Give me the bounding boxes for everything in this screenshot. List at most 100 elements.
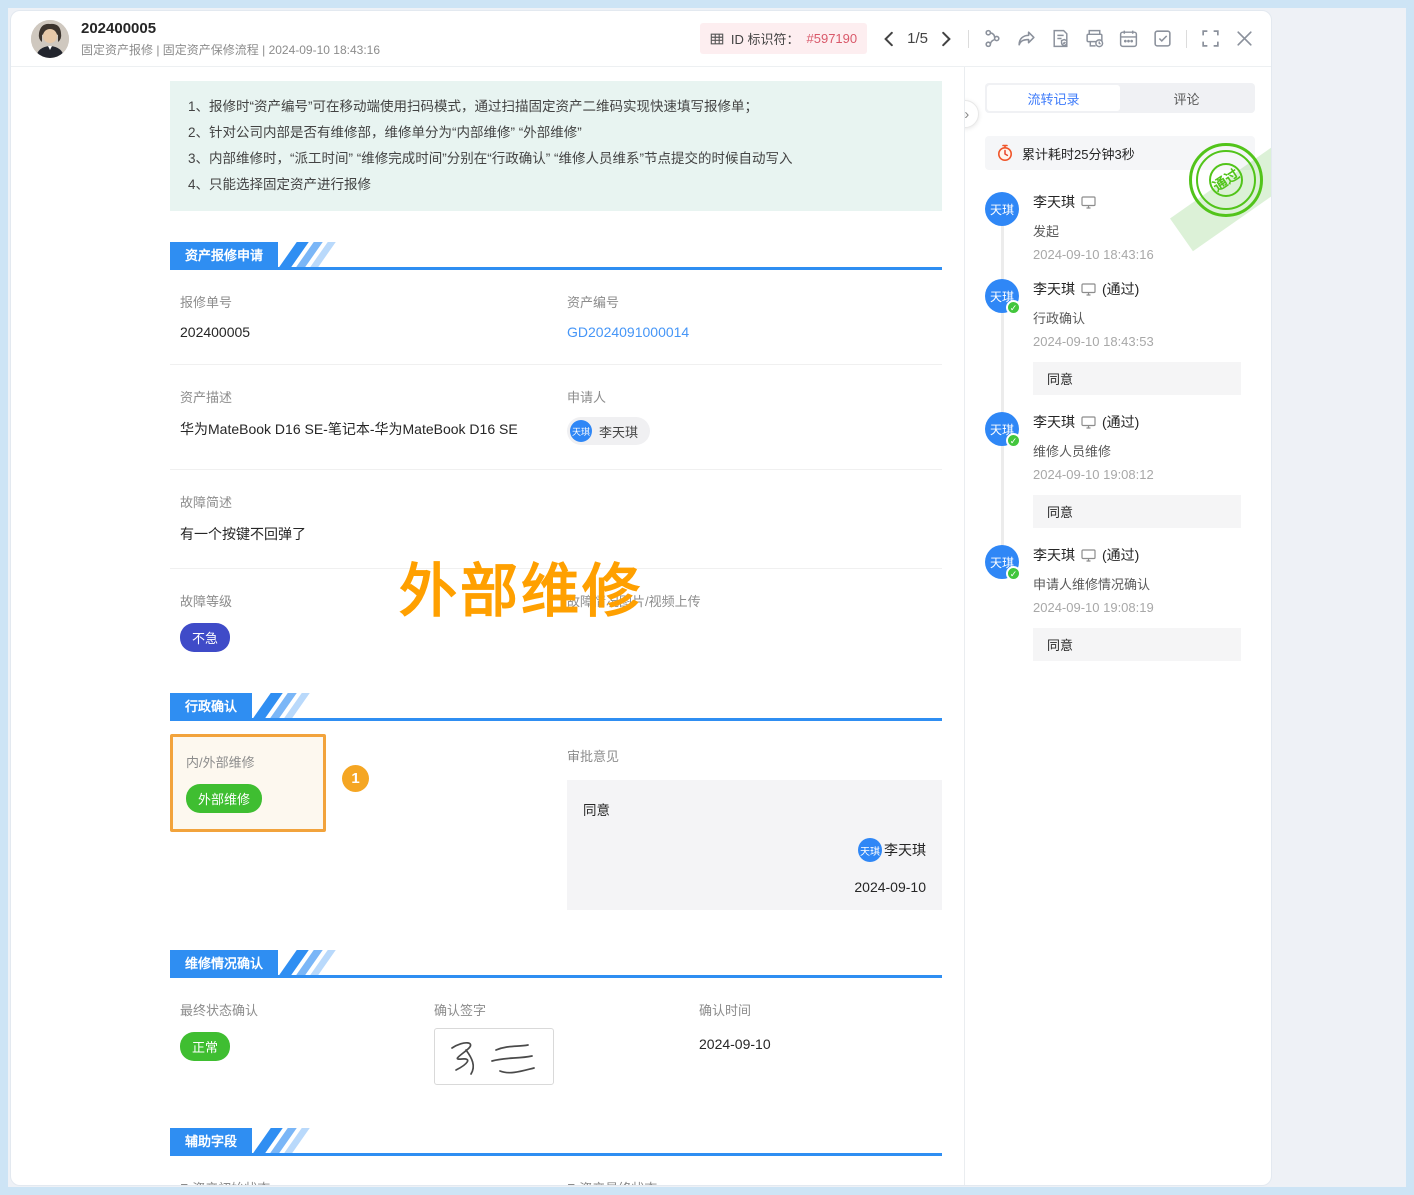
timeline-time: 2024-09-10 19:08:12 — [1033, 467, 1255, 482]
field-row: 资产描述 华为MateBook D16 SE-笔记本-华为MateBook D1… — [170, 365, 942, 470]
field-value: 202400005 — [180, 324, 567, 340]
prev-icon[interactable] — [880, 30, 898, 48]
approval-comment: 同意 — [583, 799, 926, 819]
flow-icon[interactable] — [982, 28, 1003, 49]
fullscreen-icon[interactable] — [1200, 28, 1221, 49]
inout-repair-badge: 外部维修 — [186, 784, 262, 813]
approver-chip: 天琪 李天琪 — [858, 838, 926, 862]
applicant-chip[interactable]: 天琪 李天琪 — [567, 417, 650, 445]
timeline-item: 天琪 ✓ 李天琪 (通过) 行政确认 2024-09-10 18:43:53 同… — [985, 279, 1255, 395]
sidebar-tabs: 流转记录 评论 — [985, 83, 1255, 113]
field-fault-desc: 故障简述 有一个按键不回弹了 — [180, 492, 567, 544]
close-icon[interactable] — [1234, 28, 1255, 49]
timeline-item: 天琪 ✓ 李天琪 (通过) 申请人维修情况确认 2024-09-10 19:08… — [985, 545, 1255, 661]
asset-no-link[interactable]: GD2024091000014 — [567, 324, 942, 340]
device-monitor-icon — [1081, 283, 1096, 296]
admin-confirm-row: 内/外部维修 外部维修 1 审批意见 同意 天琪 李天琪 2024-09-10 — [170, 721, 942, 910]
section-title: 辅助字段 — [170, 1128, 252, 1153]
user-avatar[interactable] — [31, 20, 69, 58]
field-value: 有一个按键不回弹了 — [180, 524, 567, 544]
flow-record-sidebar: » 流转记录 评论 累计耗时25分钟3秒 通过 — [964, 67, 1271, 1185]
fault-level-badge: 不急 — [180, 623, 230, 652]
approval-box: 同意 天琪 李天琪 2024-09-10 — [567, 780, 942, 910]
field-label: 资产编号 — [567, 292, 942, 311]
device-monitor-icon — [1081, 416, 1096, 429]
id-label: ID 标识符： — [731, 29, 800, 48]
id-value: #597190 — [807, 31, 858, 46]
timeline-time: 2024-09-10 18:43:53 — [1033, 334, 1255, 349]
field-final-state: F-资产最终状态 正常 — [567, 1178, 942, 1185]
approver-avatar: 天琪 — [858, 838, 882, 862]
applicant-name: 李天琪 — [599, 422, 638, 441]
page-background: 202400005 固定资产报修 | 固定资产保修流程 | 2024-09-10… — [8, 8, 1406, 1187]
field-asset-desc: 资产描述 华为MateBook D16 SE-笔记本-华为MateBook D1… — [180, 387, 567, 445]
forward-icon[interactable] — [1016, 28, 1037, 49]
timeline-node: 申请人维修情况确认 — [1033, 574, 1255, 593]
header-divider — [968, 30, 969, 48]
timeline-status: (通过) — [1102, 545, 1139, 565]
timeline-user-name: 李天琪 — [1033, 192, 1075, 212]
section-title: 行政确认 — [170, 693, 252, 718]
elapsed-time-bar: 累计耗时25分钟3秒 — [985, 136, 1255, 170]
timeline-avatar: 天琪 — [985, 192, 1019, 226]
field-repair-no: 报修单号 202400005 — [180, 292, 567, 340]
field-label: 故障情况图片/视频上传 — [567, 591, 942, 610]
app-window: 202400005 固定资产报修 | 固定资产保修流程 | 2024-09-10… — [10, 10, 1272, 1186]
section-stripes-icon — [262, 693, 301, 718]
field-label: F-资产初始状态 — [180, 1178, 567, 1185]
timeline-name-row: 李天琪 (通过) — [1033, 279, 1255, 299]
field-label: 资产描述 — [180, 387, 567, 406]
timeline-user-name: 李天琪 — [1033, 545, 1075, 565]
approved-check-icon: ✓ — [1006, 433, 1021, 448]
header-divider — [1186, 30, 1187, 48]
notice-line: 1、报修时“资产编号”可在移动端使用扫码模式，通过扫描固定资产二维码实现快速填写… — [188, 94, 924, 120]
signature-image — [434, 1028, 554, 1085]
field-label: 最终状态确认 — [180, 1000, 434, 1019]
calendar-icon[interactable] — [1118, 28, 1139, 49]
field-row: 故障等级 不急 故障情况图片/视频上传 — [170, 569, 942, 666]
page-subtitle: 固定资产报修 | 固定资产保修流程 | 2024-09-10 18:43:16 — [81, 41, 380, 58]
page-indicator: 1/5 — [907, 30, 928, 47]
pagination: 1/5 — [880, 30, 955, 48]
device-monitor-icon — [1081, 196, 1096, 209]
notice-box: 1、报修时“资产编号”可在移动端使用扫码模式，通过扫描固定资产二维码实现快速填写… — [170, 81, 942, 211]
page-title: 202400005 — [81, 20, 380, 37]
timeline-name-row: 李天琪 — [1033, 192, 1255, 212]
inout-repair-field-highlight[interactable]: 内/外部维修 外部维修 — [170, 734, 326, 832]
elapsed-time-text: 累计耗时25分钟3秒 — [1022, 144, 1135, 163]
id-badge: ID 标识符： #597190 — [700, 23, 867, 54]
header-left: 202400005 固定资产报修 | 固定资产保修流程 | 2024-09-10… — [31, 20, 380, 58]
section-stripes-icon — [288, 950, 327, 975]
field-label: F-资产最终状态 — [567, 1178, 942, 1185]
field-fault-level: 故障等级 不急 — [180, 591, 567, 652]
todo-check-icon[interactable] — [1152, 28, 1173, 49]
section-stripes-icon — [288, 242, 327, 267]
section-header-aux: 辅助字段 — [170, 1131, 942, 1156]
annotation-marker-1: 1 — [342, 765, 369, 792]
timeline-comment: 同意 — [1033, 362, 1241, 395]
signature-strokes-icon — [442, 1034, 546, 1080]
field-label: 故障等级 — [180, 591, 567, 610]
collapse-sidebar-button[interactable]: » — [964, 100, 979, 128]
admin-left-column: 内/外部维修 外部维修 1 — [170, 734, 567, 910]
doc-shield-icon[interactable] — [1050, 28, 1071, 49]
print-clock-icon[interactable] — [1084, 28, 1105, 49]
timeline-comment: 同意 — [1033, 628, 1241, 661]
header-right: ID 标识符： #597190 1/5 — [700, 23, 1255, 54]
field-label: 故障简述 — [180, 492, 567, 511]
form-area: 外部维修 1、报修时“资产编号”可在移动端使用扫码模式，通过扫描固定资产二维码实… — [11, 67, 964, 1185]
notice-line: 4、只能选择固定资产进行报修 — [188, 172, 924, 198]
field-confirm-time: 确认时间 2024-09-10 — [699, 1000, 942, 1085]
timeline-time: 2024-09-10 19:08:19 — [1033, 600, 1255, 615]
flow-timeline: 天琪 李天琪 发起 2024-09-10 18:43:16 天琪 ✓ 李天琪 (… — [985, 192, 1255, 661]
app-body: 外部维修 1、报修时“资产编号”可在移动端使用扫码模式，通过扫描固定资产二维码实… — [11, 67, 1271, 1185]
tab-comments[interactable]: 评论 — [1120, 85, 1253, 111]
approved-check-icon: ✓ — [1006, 566, 1021, 581]
field-value: 2024-09-10 — [699, 1036, 942, 1052]
field-initial-state: F-资产初始状态 正常 — [180, 1178, 567, 1185]
timeline-user-name: 李天琪 — [1033, 279, 1075, 299]
tab-flow-records[interactable]: 流转记录 — [987, 85, 1120, 111]
timeline-item: 天琪 ✓ 李天琪 (通过) 维修人员维修 2024-09-10 19:08:12… — [985, 412, 1255, 528]
next-icon[interactable] — [937, 30, 955, 48]
field-label: 审批意见 — [567, 746, 942, 765]
